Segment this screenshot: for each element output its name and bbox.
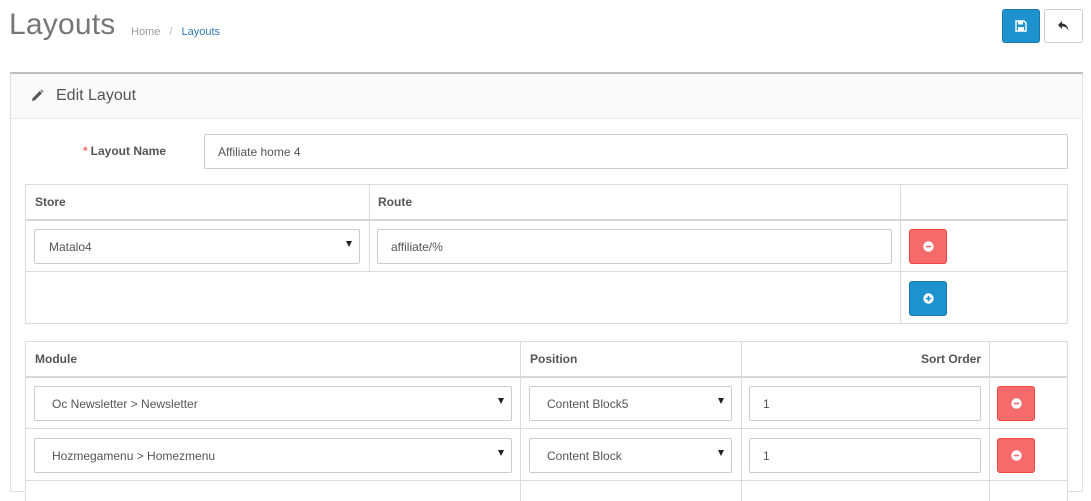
reply-arrow-icon [1057, 20, 1070, 32]
save-button[interactable] [1002, 9, 1040, 43]
store-column-header: Store [35, 195, 66, 209]
layout-name-input[interactable]: Affiliate home 4 [204, 134, 1068, 169]
remove-module-button[interactable] [997, 438, 1035, 473]
remove-module-button[interactable] [997, 386, 1035, 421]
breadcrumb-layouts[interactable]: Layouts [182, 26, 221, 38]
chevron-down-icon [498, 450, 504, 456]
remove-route-button[interactable] [909, 229, 947, 264]
chevron-down-icon [498, 398, 504, 404]
chevron-down-icon [718, 450, 724, 456]
position-column-header: Position [530, 352, 578, 366]
route-column-header: Route [378, 195, 412, 209]
pencil-icon [30, 89, 44, 103]
sort-order-input[interactable]: 1 [749, 438, 981, 473]
sort-order-column-header: Sort Order [920, 352, 981, 366]
minus-circle-icon [1010, 450, 1022, 461]
module-column-header: Module [35, 352, 77, 366]
add-route-button[interactable] [909, 281, 947, 316]
module-select[interactable]: Hozmegamenu > Homezmenu [34, 438, 512, 473]
panel-heading: Edit Layout [11, 74, 1082, 119]
page-title: Layouts [9, 8, 116, 41]
route-input[interactable]: affiliate/% [377, 229, 892, 264]
breadcrumb-separator: / [169, 26, 173, 38]
position-select[interactable]: Content Block [529, 438, 732, 473]
edit-layout-panel: Edit Layout * Layout Name Affiliate home … [10, 72, 1083, 501]
store-select[interactable]: Matalo4 [34, 229, 360, 264]
layout-name-label: * Layout Name [83, 144, 167, 158]
position-select[interactable]: Content Block5 [529, 386, 732, 421]
modules-table: Module Position Sort Order Oc Newsletter… [25, 341, 1068, 501]
floppy-disk-icon [1015, 20, 1027, 32]
breadcrumb-home[interactable]: Home [131, 26, 160, 38]
chevron-down-icon [718, 398, 724, 404]
sort-order-input[interactable]: 1 [749, 386, 981, 421]
plus-circle-icon [922, 293, 934, 304]
minus-circle-icon [922, 241, 934, 252]
module-select[interactable]: Oc Newsletter > Newsletter [34, 386, 512, 421]
panel-title: Edit Layout [56, 87, 137, 104]
minus-circle-icon [1010, 398, 1022, 409]
routes-table: Store Route Matalo4 affiliate/% [25, 184, 1068, 324]
breadcrumb: Home / Layouts [131, 26, 220, 38]
required-marker: * [83, 144, 88, 158]
chevron-down-icon [346, 241, 352, 247]
back-button[interactable] [1044, 9, 1083, 43]
layout-name-row: * Layout Name Affiliate home 4 [11, 134, 1082, 170]
